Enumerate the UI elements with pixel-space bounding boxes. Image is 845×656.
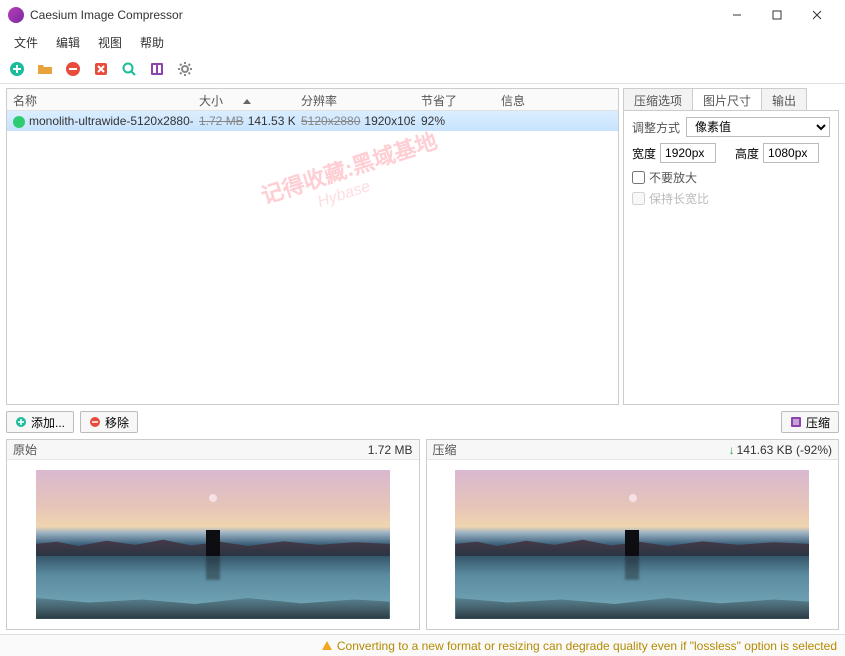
preview-area: 原始 1.72 MB 压缩 ↓141.63 KB (-92%) [0, 439, 845, 634]
status-bar: Converting to a new format or resizing c… [0, 634, 845, 656]
th-info[interactable]: 信息 [495, 89, 618, 110]
toolbar [0, 54, 845, 84]
tab-image-size[interactable]: 图片尺寸 [692, 88, 762, 110]
compress-icon [790, 416, 802, 428]
minus-icon [89, 416, 101, 428]
cell-filename: monolith-ultrawide-5120x2880-12540.j [29, 114, 193, 128]
search-icon[interactable] [118, 58, 140, 80]
plus-icon [15, 416, 27, 428]
preview-compressed-label: 压缩 [433, 441, 457, 458]
resize-method-label: 调整方式 [632, 119, 680, 136]
maximize-button[interactable] [757, 1, 797, 29]
th-size[interactable]: 大小 [193, 89, 295, 110]
menu-help[interactable]: 帮助 [132, 32, 172, 53]
preview-original-label: 原始 [13, 441, 37, 458]
window-title: Caesium Image Compressor [30, 8, 717, 22]
tab-compress-options[interactable]: 压缩选项 [623, 88, 693, 110]
menubar: 文件 编辑 视图 帮助 [0, 30, 845, 54]
width-input[interactable] [660, 143, 716, 163]
th-saved[interactable]: 节省了 [415, 89, 495, 110]
preview-original-size: 1.72 MB [368, 443, 413, 457]
watermark-text: 记得收藏:黑域基地 [257, 123, 441, 210]
menu-edit[interactable]: 编辑 [48, 32, 88, 53]
height-label: 高度 [735, 145, 759, 162]
tab-output[interactable]: 输出 [761, 88, 807, 110]
remove-all-icon[interactable] [90, 58, 112, 80]
gear-icon[interactable] [174, 58, 196, 80]
menu-view[interactable]: 视图 [90, 32, 130, 53]
resize-method-select[interactable]: 像素值 [686, 117, 830, 137]
preview-compressed-pct: (-92%) [796, 443, 832, 457]
folder-icon[interactable] [34, 58, 56, 80]
table-header: 名称 大小 分辨率 节省了 信息 [7, 89, 618, 111]
delete-button-label: 移除 [105, 414, 129, 431]
add-button[interactable]: 添加... [6, 411, 74, 433]
table-body: monolith-ultrawide-5120x2880-12540.j 1.7… [7, 111, 618, 404]
cell-size-old: 1.72 MB [199, 114, 244, 128]
cell-size-new: 141.53 KB [248, 114, 295, 128]
width-label: 宽度 [632, 145, 656, 162]
column-icon[interactable] [146, 58, 168, 80]
preview-compressed-size: 141.63 KB [737, 443, 793, 457]
add-icon[interactable] [6, 58, 28, 80]
warning-icon [322, 641, 332, 650]
compress-button-label: 压缩 [806, 414, 830, 431]
file-list-panel: 名称 大小 分辨率 节省了 信息 monolith-ultrawide-5120… [6, 88, 619, 405]
titlebar: Caesium Image Compressor [0, 0, 845, 30]
keep-ratio-label: 保持长宽比 [649, 190, 709, 207]
no-enlarge-label: 不要放大 [649, 169, 697, 186]
down-arrow-icon: ↓ [729, 443, 735, 457]
close-button[interactable] [797, 1, 837, 29]
app-logo-icon [8, 7, 24, 23]
status-warning-text: Converting to a new format or resizing c… [337, 639, 837, 653]
remove-icon[interactable] [62, 58, 84, 80]
delete-button[interactable]: 移除 [80, 411, 138, 433]
cell-info [495, 119, 618, 123]
height-input[interactable] [763, 143, 819, 163]
cell-saved: 92% [415, 112, 495, 130]
side-panel: 压缩选项 图片尺寸 输出 调整方式 像素值 宽度 高度 不要放大 [623, 88, 839, 405]
keep-ratio-checkbox [632, 192, 645, 205]
cell-res-new: 1920x1080 [364, 114, 415, 128]
preview-compressed: 压缩 ↓141.63 KB (-92%) [426, 439, 840, 630]
table-row[interactable]: monolith-ultrawide-5120x2880-12540.j 1.7… [7, 111, 618, 131]
preview-original-image[interactable] [7, 460, 419, 629]
cell-res-old: 5120x2880 [301, 114, 360, 128]
menu-file[interactable]: 文件 [6, 32, 46, 53]
preview-original: 原始 1.72 MB [6, 439, 420, 630]
watermark-sub: Hybase [316, 178, 373, 212]
add-button-label: 添加... [31, 414, 65, 431]
compress-button[interactable]: 压缩 [781, 411, 839, 433]
th-resolution[interactable]: 分辨率 [295, 89, 415, 110]
preview-compressed-image[interactable] [427, 460, 839, 629]
action-bar: 添加... 移除 压缩 [0, 407, 845, 439]
th-name[interactable]: 名称 [7, 89, 193, 110]
status-ok-icon [13, 116, 25, 128]
minimize-button[interactable] [717, 1, 757, 29]
no-enlarge-checkbox[interactable] [632, 171, 645, 184]
